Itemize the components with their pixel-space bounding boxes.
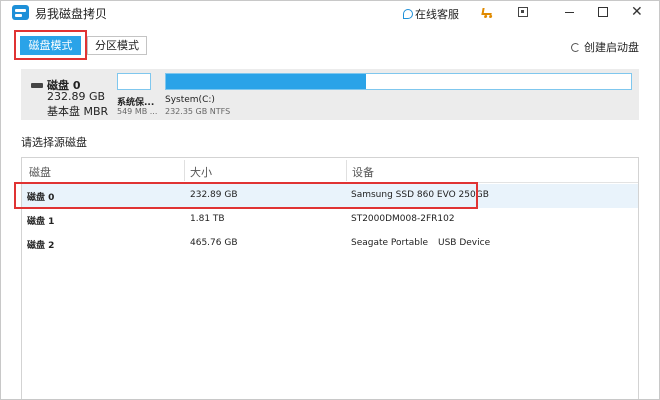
- partition-bar-system-c[interactable]: [165, 73, 632, 90]
- partition-info: 232.35 GB NTFS: [165, 107, 231, 116]
- table-row[interactable]: 磁盘 1 1.81 TB ST2000DM008-2FR102: [22, 208, 638, 232]
- column-header-disk[interactable]: 磁盘: [29, 164, 51, 180]
- online-service-label: 在线客服: [415, 8, 459, 21]
- minimize-icon[interactable]: [565, 12, 574, 13]
- column-divider[interactable]: [346, 160, 347, 181]
- chat-bubble-icon: [403, 9, 413, 19]
- partition-mode-tab[interactable]: 分区模式: [87, 36, 147, 55]
- column-header-size[interactable]: 大小: [190, 164, 212, 180]
- disk-device-cell: Seagate Portable: [351, 238, 429, 248]
- refresh-icon: [571, 43, 580, 52]
- column-header-device[interactable]: 设备: [352, 164, 374, 180]
- close-icon[interactable]: ✕: [631, 5, 643, 19]
- create-boot-disk-button[interactable]: 创建启动盘: [571, 39, 639, 55]
- partition-info: 549 MB ...: [117, 107, 158, 116]
- online-service-button[interactable]: 在线客服: [403, 6, 459, 22]
- disk-drive-icon: [31, 83, 43, 88]
- select-source-disk-label: 请选择源磁盘: [21, 136, 87, 149]
- table-header: 磁盘 大小 设备: [22, 158, 638, 183]
- disk-device-cell: ST2000DM008-2FR102: [351, 214, 455, 224]
- disk-device-type-cell: USB Device: [438, 238, 491, 248]
- title-bar: 易我磁盘拷贝 在线客服 ✕: [1, 1, 659, 25]
- disk-name-cell: 磁盘 1: [27, 217, 55, 227]
- window-title: 易我磁盘拷贝: [35, 7, 108, 21]
- partition-usage-fill: [166, 74, 366, 89]
- cart-icon[interactable]: [481, 8, 493, 15]
- column-divider[interactable]: [184, 160, 185, 181]
- selected-row-highlight: [14, 182, 478, 209]
- partition-name: System(C:): [165, 95, 215, 105]
- disk-map-panel: 磁盘 0 232.89 GB 基本盘 MBR 系统保... 549 MB ...…: [21, 69, 639, 120]
- disk-size-cell: 1.81 TB: [190, 214, 225, 224]
- disk-name-cell: 磁盘 2: [27, 241, 55, 251]
- app-logo-icon: [12, 5, 29, 20]
- disk-mode-tab[interactable]: 磁盘模式: [20, 36, 81, 55]
- maximize-icon[interactable]: [598, 7, 608, 17]
- partition-bar-system-reserved[interactable]: [117, 73, 151, 90]
- disk-map-type: 基本盘 MBR: [47, 105, 109, 118]
- menu-icon[interactable]: [518, 7, 528, 17]
- create-boot-label: 创建启动盘: [584, 41, 639, 54]
- table-row[interactable]: 磁盘 2 465.76 GB Seagate Portable USB Devi…: [22, 232, 638, 256]
- app-window: 易我磁盘拷贝 在线客服 ✕ 磁盘模式 分区模式 创建启动盘 磁盘 0 232.8…: [0, 0, 660, 400]
- disk-map-size: 232.89 GB: [47, 90, 106, 103]
- disk-size-cell: 465.76 GB: [190, 238, 238, 248]
